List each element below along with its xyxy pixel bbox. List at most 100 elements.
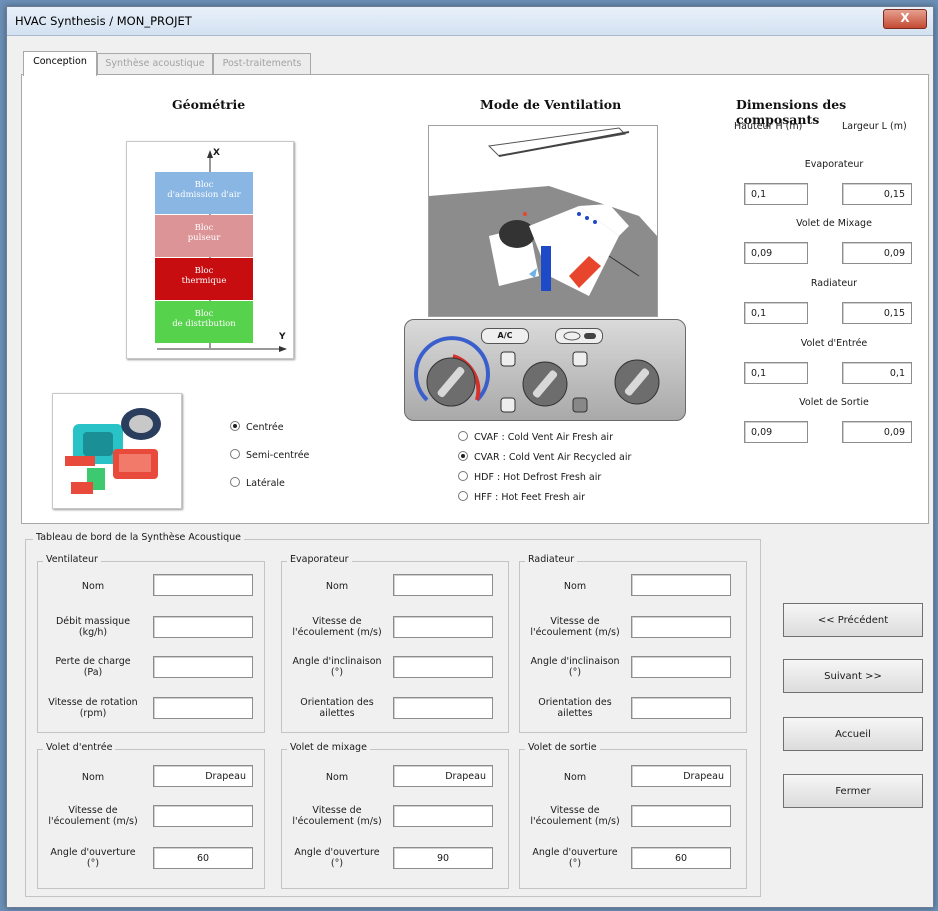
- radio-laterale-dot[interactable]: [230, 477, 240, 487]
- radio-hdf[interactable]: HDF : Hot Defrost Fresh air: [458, 471, 601, 483]
- volet-mixage-vitesse-input[interactable]: [393, 805, 493, 827]
- ventilateur-perte-input[interactable]: [153, 656, 253, 678]
- volet-sortie-vitesse-input[interactable]: [631, 805, 731, 827]
- volet-sortie-angle-input[interactable]: 60: [631, 847, 731, 869]
- geometry-header: Géométrie: [172, 97, 246, 112]
- block-admission-subtitle: d'admission d'air: [167, 190, 241, 200]
- radio-cvaf-dot[interactable]: [458, 431, 468, 441]
- radiateur-angle-input[interactable]: [631, 656, 731, 678]
- radio-hff-dot[interactable]: [458, 491, 468, 501]
- block-pulseur-title: Bloc: [194, 223, 214, 233]
- radiateur-nom-input[interactable]: [631, 574, 731, 596]
- climate-control-panel: A/C: [404, 319, 686, 421]
- evaporateur-width-input[interactable]: 0,15: [842, 183, 912, 205]
- radiateur-vitesse-input[interactable]: [631, 616, 731, 638]
- title-bar: HVAC Synthesis / MON_PROJET X: [7, 7, 933, 36]
- radiateur-orientation-label: Orientation des ailettes: [538, 697, 612, 719]
- ventilateur-nom-input[interactable]: [153, 574, 253, 596]
- radio-hdf-dot[interactable]: [458, 471, 468, 481]
- window-title: HVAC Synthesis / MON_PROJET: [15, 14, 192, 28]
- evaporateur-vitesse-input[interactable]: [393, 616, 493, 638]
- volet-mixage-width-input[interactable]: 0,09: [842, 242, 912, 264]
- radiateur-width-input[interactable]: 0,15: [842, 302, 912, 324]
- window-close-button[interactable]: X: [883, 9, 927, 29]
- evaporateur-height-input[interactable]: 0,1: [744, 183, 808, 205]
- volet-entree-width-input[interactable]: 0,1: [842, 362, 912, 384]
- geometry-diagram: X Y Bloc d'admission d'air Bloc pulseur …: [126, 141, 294, 359]
- radio-semi-centree[interactable]: Semi-centrée: [230, 449, 309, 461]
- volet-sortie-nom-input[interactable]: Drapeau: [631, 765, 731, 787]
- volet-mixage-label: Volet de Mixage: [796, 218, 872, 229]
- radiateur-height-input[interactable]: 0,1: [744, 302, 808, 324]
- previous-button[interactable]: << Précédent: [783, 603, 923, 637]
- block-pulseur: Bloc pulseur: [155, 215, 253, 257]
- app-window: HVAC Synthesis / MON_PROJET X Conception…: [6, 6, 934, 908]
- block-thermique-subtitle: thermique: [181, 276, 227, 286]
- ventilateur-vitesse-input[interactable]: [153, 697, 253, 719]
- radio-centree-label: Centrée: [246, 422, 284, 433]
- radiateur-orientation-input[interactable]: [631, 697, 731, 719]
- conception-page: Géométrie X Y Bloc d'admission d'air Blo…: [21, 74, 929, 524]
- radio-centree-dot[interactable]: [230, 421, 240, 431]
- radio-cvaf[interactable]: CVAF : Cold Vent Air Fresh air: [458, 431, 613, 443]
- radio-hff[interactable]: HFF : Hot Feet Fresh air: [458, 491, 585, 503]
- close-button[interactable]: Fermer: [783, 774, 923, 808]
- hvac-unit-icon: [65, 408, 161, 494]
- volet-entree-nom-label: Nom: [81, 772, 105, 783]
- radio-cvar[interactable]: CVAR : Cold Vent Air Recycled air: [458, 451, 631, 463]
- tab-conception[interactable]: Conception: [23, 51, 97, 76]
- column-width-label: Largeur L (m): [842, 121, 907, 132]
- evaporateur-nom-input[interactable]: [393, 574, 493, 596]
- volet-mixage-vitesse-label: Vitesse de l'écoulement (m/s): [292, 805, 382, 827]
- volet-mixage-height-input[interactable]: 0,09: [744, 242, 808, 264]
- volet-mixage-nom-input[interactable]: Drapeau: [393, 765, 493, 787]
- radiateur-nom-label: Nom: [563, 581, 587, 592]
- radio-centree[interactable]: Centrée: [230, 421, 284, 433]
- block-admission-title: Bloc: [194, 180, 214, 190]
- volet-entree-angle-label: Angle d'ouverture (°): [50, 847, 136, 869]
- ventilateur-vitesse-label: Vitesse de rotation (rpm): [48, 697, 138, 719]
- evaporateur-orientation-label: Orientation des ailettes: [300, 697, 374, 719]
- radio-laterale[interactable]: Latérale: [230, 477, 285, 489]
- volet-sortie-label: Volet de Sortie: [799, 397, 869, 408]
- volet-entree-vitesse-label: Vitesse de l'écoulement (m/s): [48, 805, 138, 827]
- volet-sortie-nom-label: Nom: [563, 772, 587, 783]
- volet-entree-title: Volet d'entrée: [43, 742, 116, 753]
- volet-sortie-width-input[interactable]: 0,09: [842, 421, 912, 443]
- volet-sortie-vitesse-label: Vitesse de l'écoulement (m/s): [530, 805, 620, 827]
- radio-semi-centree-label: Semi-centrée: [246, 450, 310, 461]
- car-interior-image: [428, 125, 658, 317]
- block-distribution: Bloc de distribution: [155, 301, 253, 343]
- block-pulseur-subtitle: pulseur: [187, 233, 221, 243]
- home-button[interactable]: Accueil: [783, 717, 923, 751]
- volet-entree-vitesse-input[interactable]: [153, 805, 253, 827]
- radio-cvar-dot[interactable]: [458, 451, 468, 461]
- volet-sortie-angle-label: Angle d'ouverture (°): [532, 847, 618, 869]
- volet-sortie-height-input[interactable]: 0,09: [744, 421, 808, 443]
- evaporateur-label: Evaporateur: [804, 159, 864, 170]
- block-thermique: Bloc thermique: [155, 258, 253, 300]
- evaporateur-angle-input[interactable]: [393, 656, 493, 678]
- tab-post-traitements[interactable]: Post-traitements: [213, 53, 311, 74]
- radio-semi-centree-dot[interactable]: [230, 449, 240, 459]
- radio-cvar-label: CVAR : Cold Vent Air Recycled air: [474, 452, 632, 463]
- volet-mixage-angle-input[interactable]: 90: [393, 847, 493, 869]
- next-button[interactable]: Suivant >>: [783, 659, 923, 693]
- volet-entree-angle-input[interactable]: 60: [153, 847, 253, 869]
- radiateur-label: Radiateur: [810, 278, 858, 289]
- ventilateur-debit-label: Débit massique (kg/h): [55, 616, 131, 638]
- evaporateur-orientation-input[interactable]: [393, 697, 493, 719]
- volet-entree-nom-input[interactable]: Drapeau: [153, 765, 253, 787]
- evaporateur-title: Evaporateur: [287, 554, 352, 565]
- volet-entree-height-input[interactable]: 0,1: [744, 362, 808, 384]
- tab-synthese-acoustique[interactable]: Synthèse acoustique: [97, 53, 213, 74]
- radio-hff-label: HFF : Hot Feet Fresh air: [474, 492, 586, 503]
- volet-entree-label: Volet d'Entrée: [800, 338, 868, 349]
- ventilateur-nom-label: Nom: [81, 581, 105, 592]
- ventilateur-debit-input[interactable]: [153, 616, 253, 638]
- block-distribution-title: Bloc: [194, 309, 214, 319]
- radiateur-title: Radiateur: [525, 554, 578, 565]
- block-thermique-title: Bloc: [194, 266, 214, 276]
- volet-mixage-nom-label: Nom: [325, 772, 349, 783]
- evaporateur-vitesse-label: Vitesse de l'écoulement (m/s): [292, 616, 382, 638]
